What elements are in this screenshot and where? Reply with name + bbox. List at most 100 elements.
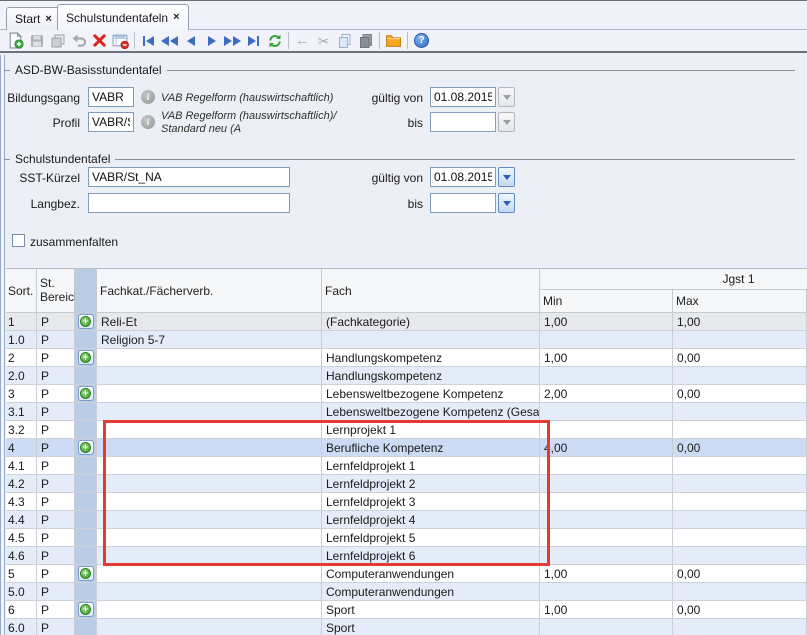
cell-min[interactable]: [540, 493, 673, 511]
cell-min[interactable]: [540, 583, 673, 601]
add-subject-button[interactable]: +: [78, 602, 94, 617]
add-subject-button[interactable]: +: [78, 440, 94, 455]
go-back-button[interactable]: ←: [292, 31, 313, 51]
cell-min[interactable]: [540, 403, 673, 421]
basis-gueltig-von-dropdown[interactable]: [498, 87, 515, 107]
delete-button[interactable]: [89, 31, 110, 51]
basis-bis-input[interactable]: [430, 112, 496, 132]
cell-fach[interactable]: Sport: [322, 601, 540, 619]
paste-button[interactable]: [355, 31, 376, 51]
basis-bis-dropdown[interactable]: [498, 112, 515, 132]
sst-bis-dropdown[interactable]: [498, 193, 515, 213]
cell-sort[interactable]: 2: [6, 349, 37, 367]
cell-sort[interactable]: 5.0: [6, 583, 37, 601]
cell-min[interactable]: 2,00: [540, 385, 673, 403]
duplicate-button[interactable]: [47, 31, 68, 51]
cell-max[interactable]: 0,00: [673, 385, 807, 403]
cell-min[interactable]: [540, 547, 673, 565]
cell-fach[interactable]: Lernfeldprojekt 5: [322, 529, 540, 547]
undo-button[interactable]: [68, 31, 89, 51]
table-row[interactable]: 3.2PLernprojekt 1: [6, 421, 807, 439]
cell-fach[interactable]: Lernprojekt 1: [322, 421, 540, 439]
cell-fach[interactable]: Computeranwendungen: [322, 565, 540, 583]
help-button[interactable]: ?: [411, 31, 432, 51]
folder-button[interactable]: [383, 31, 404, 51]
cell-max[interactable]: 0,00: [673, 349, 807, 367]
cell-sort[interactable]: 4.1: [6, 457, 37, 475]
cell-fachkat[interactable]: [97, 493, 322, 511]
column-header-min[interactable]: Min: [540, 290, 673, 313]
cell-min[interactable]: 1,00: [540, 601, 673, 619]
cell-fach[interactable]: Lebensweltbezogene Kompetenz: [322, 385, 540, 403]
cell-fach[interactable]: Berufliche Kompetenz: [322, 439, 540, 457]
add-subject-button[interactable]: +: [78, 566, 94, 581]
cell-fach[interactable]: Lernfeldprojekt 3: [322, 493, 540, 511]
refresh-button[interactable]: [264, 31, 285, 51]
cell-fach[interactable]: (Fachkategorie): [322, 313, 540, 331]
cell-bereich[interactable]: P: [37, 511, 75, 529]
table-row[interactable]: 4.5PLernfeldprojekt 5: [6, 529, 807, 547]
cell-sort[interactable]: 1.0: [6, 331, 37, 349]
basis-gueltig-von-input[interactable]: [430, 87, 496, 107]
cell-fachkat[interactable]: [97, 511, 322, 529]
table-row[interactable]: 1P+Reli-Et(Fachkategorie)1,001,00: [6, 313, 807, 331]
cell-fachkat[interactable]: Religion 5-7: [97, 331, 322, 349]
profil-info-icon[interactable]: i: [141, 115, 155, 129]
cell-fach[interactable]: Lebensweltbezogene Kompetenz (Gesamtn…: [322, 403, 540, 421]
cell-bereich[interactable]: P: [37, 367, 75, 385]
nav-fast-back-button[interactable]: [159, 31, 180, 51]
cell-sort[interactable]: 1: [6, 313, 37, 331]
zusammenfalten-checkbox[interactable]: [12, 234, 25, 247]
table-row[interactable]: 2P+Handlungskompetenz1,000,00: [6, 349, 807, 367]
cell-sort[interactable]: 4.4: [6, 511, 37, 529]
table-row[interactable]: 4P+Berufliche Kompetenz4,000,00: [6, 439, 807, 457]
tab-schulstundentafeln[interactable]: Schulstundentafeln ×: [57, 4, 189, 30]
add-subject-button[interactable]: +: [78, 314, 94, 329]
table-row[interactable]: 4.1PLernfeldprojekt 1: [6, 457, 807, 475]
cell-min[interactable]: 1,00: [540, 313, 673, 331]
cell-bereich[interactable]: P: [37, 619, 75, 635]
cell-fachkat[interactable]: [97, 475, 322, 493]
cell-bereich[interactable]: P: [37, 565, 75, 583]
nav-last-button[interactable]: [243, 31, 264, 51]
table-row[interactable]: 3P+Lebensweltbezogene Kompetenz2,000,00: [6, 385, 807, 403]
cell-max[interactable]: [673, 421, 807, 439]
cell-fach[interactable]: Handlungskompetenz: [322, 367, 540, 385]
table-row[interactable]: 2.0PHandlungskompetenz: [6, 367, 807, 385]
cell-max[interactable]: [673, 367, 807, 385]
cell-bereich[interactable]: P: [37, 601, 75, 619]
cell-min[interactable]: [540, 619, 673, 635]
cell-bereich[interactable]: P: [37, 583, 75, 601]
new-record-button[interactable]: [5, 31, 26, 51]
copy-button[interactable]: [334, 31, 355, 51]
cell-min[interactable]: [540, 529, 673, 547]
cell-sort[interactable]: 4: [6, 439, 37, 457]
cell-max[interactable]: 0,00: [673, 565, 807, 583]
cell-fachkat[interactable]: [97, 583, 322, 601]
cell-min[interactable]: [540, 475, 673, 493]
cell-max[interactable]: [673, 511, 807, 529]
column-header-max[interactable]: Max: [673, 290, 807, 313]
cell-max[interactable]: 1,00: [673, 313, 807, 331]
save-button[interactable]: [26, 31, 47, 51]
cell-fach[interactable]: Lernfeldprojekt 4: [322, 511, 540, 529]
column-header-sort[interactable]: Sort.: [6, 269, 37, 313]
cell-sort[interactable]: 4.3: [6, 493, 37, 511]
cell-sort[interactable]: 6: [6, 601, 37, 619]
cell-max[interactable]: [673, 583, 807, 601]
cell-bereich[interactable]: P: [37, 403, 75, 421]
cut-button[interactable]: ✂: [313, 31, 334, 51]
nav-first-button[interactable]: [138, 31, 159, 51]
cell-fachkat[interactable]: [97, 421, 322, 439]
table-row[interactable]: 4.4P Lernfeldprojekt 4: [6, 511, 807, 529]
tab-schulstundentafeln-close-icon[interactable]: ×: [173, 12, 179, 23]
cell-fach[interactable]: Handlungskompetenz: [322, 349, 540, 367]
cell-fach[interactable]: Lernfeldprojekt 2: [322, 475, 540, 493]
table-row[interactable]: 1.0PReligion 5-7: [6, 331, 807, 349]
cell-sort[interactable]: 5: [6, 565, 37, 583]
cell-fachkat[interactable]: [97, 439, 322, 457]
langbez-input[interactable]: [88, 193, 290, 213]
cell-min[interactable]: 1,00: [540, 349, 673, 367]
sst-gueltig-von-dropdown[interactable]: [498, 167, 515, 187]
table-row[interactable]: 5.0PComputeranwendungen: [6, 583, 807, 601]
